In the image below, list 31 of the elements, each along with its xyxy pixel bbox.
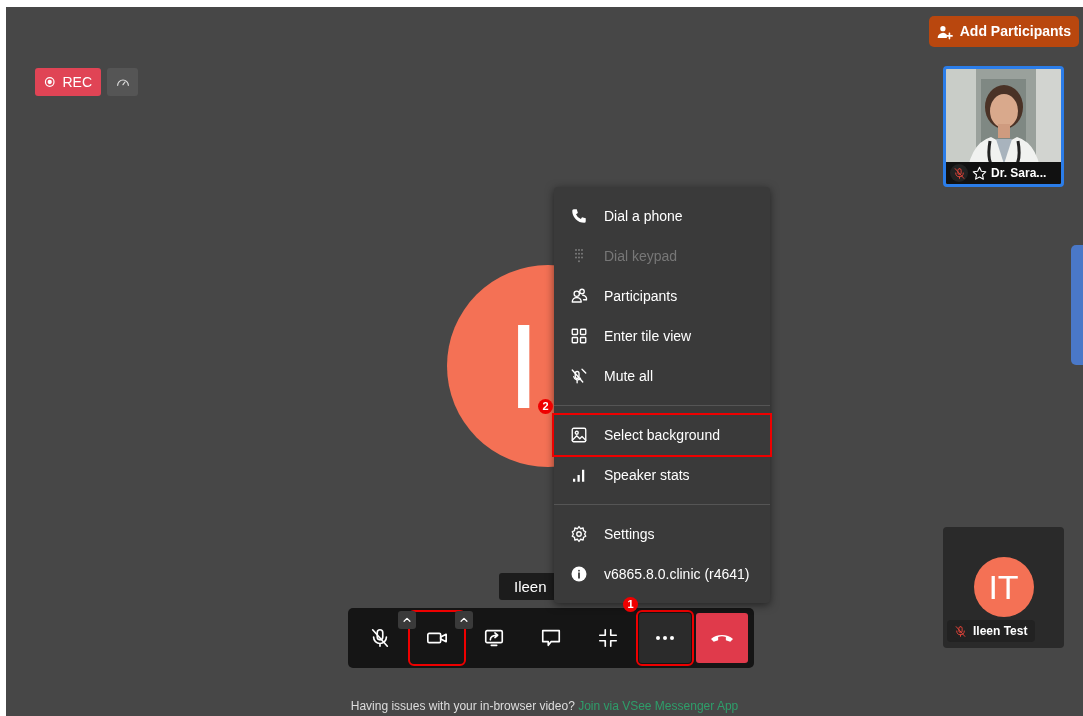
avatar: IT [973, 557, 1034, 617]
chevron-up-icon [459, 615, 469, 625]
record-button[interactable]: REC [35, 68, 101, 96]
record-icon [44, 74, 56, 90]
phone-icon [570, 207, 588, 225]
participant-tile[interactable]: IT Ileen Test [943, 527, 1064, 648]
muted-microphones-icon [570, 367, 588, 385]
menu-item[interactable]: Speaker stats [554, 455, 770, 495]
participant-name: Dr. Sara... [991, 165, 1047, 182]
menu-item: Dial keypad [554, 236, 770, 276]
hang-up-button[interactable] [696, 613, 748, 663]
help-text: Having issues with your in-browser video? Join via VSee Messenger App [349, 698, 740, 715]
menu-item[interactable]: Enter tile view [554, 316, 770, 356]
add-participants-button[interactable]: Add Participants [929, 16, 1079, 47]
menu-item[interactable]: Settings [554, 514, 770, 554]
grid-icon [570, 327, 588, 345]
menu-item[interactable]: Dial a phone [554, 196, 770, 236]
options-toggle[interactable] [398, 611, 416, 629]
options-toggle[interactable] [455, 611, 473, 629]
camera-button[interactable] [411, 613, 463, 663]
speed-test-button[interactable] [107, 68, 138, 96]
image-icon [570, 426, 588, 444]
people-icon [570, 287, 588, 305]
menu-item[interactable]: Mute all [554, 356, 770, 396]
participant-name: Ileen Test [973, 623, 1028, 640]
settings-icon [570, 525, 588, 543]
video-thumbnail[interactable]: Dr. Sara... [943, 66, 1064, 187]
info-icon [570, 565, 588, 583]
chevron-up-icon [402, 615, 412, 625]
menu-item[interactable]: Select background [554, 415, 770, 455]
menu-item[interactable]: Participants [554, 276, 770, 316]
